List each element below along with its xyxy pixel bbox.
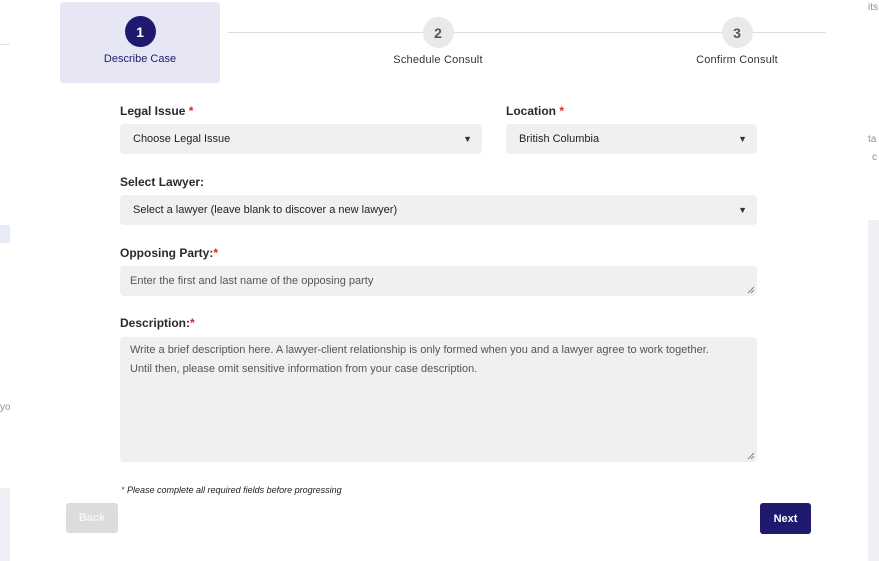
legal-issue-label: Legal Issue * (120, 104, 193, 118)
step-describe-case[interactable]: 1 Describe Case (98, 16, 182, 65)
step-label-describe-case: Describe Case (103, 53, 177, 65)
legal-issue-select[interactable]: Choose Legal Issue ▼ (120, 124, 482, 154)
chevron-down-icon: ▼ (463, 134, 472, 144)
step-number-2: 2 (422, 17, 454, 48)
background-text-right-2: c (872, 152, 877, 163)
background-text-left: yo (0, 402, 11, 413)
step-number-3: 3 (721, 17, 753, 48)
description-placeholder-line-1: Write a brief description here. A lawyer… (130, 344, 709, 356)
background-panel-right (868, 220, 879, 561)
description-label: Description:* (120, 316, 195, 330)
next-button[interactable]: Next (760, 503, 811, 534)
opposing-party-input[interactable]: Enter the first and last name of the opp… (120, 266, 757, 296)
step-label-confirm-consult: Confirm Consult (696, 54, 778, 66)
required-fields-note: * Please complete all required fields be… (121, 485, 342, 495)
background-divider (0, 44, 10, 45)
step-confirm-consult[interactable]: 3 Confirm Consult (679, 17, 795, 66)
opposing-party-label: Opposing Party:* (120, 246, 218, 260)
location-select[interactable]: British Columbia ▼ (506, 124, 757, 154)
background-panel-left (0, 225, 10, 243)
location-value: British Columbia (519, 133, 600, 145)
required-mark: * (188, 104, 194, 118)
chevron-down-icon: ▼ (738, 205, 747, 215)
legal-issue-label-text: Legal Issue (120, 104, 186, 118)
location-label: Location * (506, 104, 564, 118)
legal-issue-value: Choose Legal Issue (133, 133, 231, 145)
background-panel-left-bottom (0, 488, 10, 561)
step-label-schedule-consult: Schedule Consult (393, 54, 483, 66)
select-lawyer-label: Select Lawyer: (120, 175, 205, 189)
required-note-text: Please complete all required fields befo… (124, 485, 342, 495)
description-textarea[interactable]: Write a brief description here. A lawyer… (120, 337, 757, 462)
lawyer-select[interactable]: Select a lawyer (leave blank to discover… (120, 195, 757, 225)
resize-handle-icon[interactable] (747, 452, 755, 460)
opposing-party-placeholder: Enter the first and last name of the opp… (130, 275, 374, 287)
step-schedule-consult[interactable]: 2 Schedule Consult (380, 17, 496, 66)
required-mark: * (190, 316, 195, 330)
step-number-1: 1 (124, 16, 156, 47)
required-mark: * (559, 104, 565, 118)
resize-handle-icon[interactable] (747, 286, 755, 294)
background-text-right-1: ta (868, 134, 877, 145)
case-form-modal: 1 Describe Case 2 Schedule Consult 3 Con… (10, 0, 868, 561)
background-text-top-right: its (868, 2, 878, 13)
location-label-text: Location (506, 104, 556, 118)
description-label-text: Description: (120, 316, 191, 330)
required-mark: * (213, 246, 219, 260)
opposing-party-label-text: Opposing Party: (120, 246, 214, 260)
description-placeholder-line-2: Until then, please omit sensitive inform… (130, 363, 478, 375)
back-button[interactable]: Back (66, 503, 118, 533)
chevron-down-icon: ▼ (738, 134, 747, 144)
lawyer-value: Select a lawyer (leave blank to discover… (133, 204, 398, 216)
